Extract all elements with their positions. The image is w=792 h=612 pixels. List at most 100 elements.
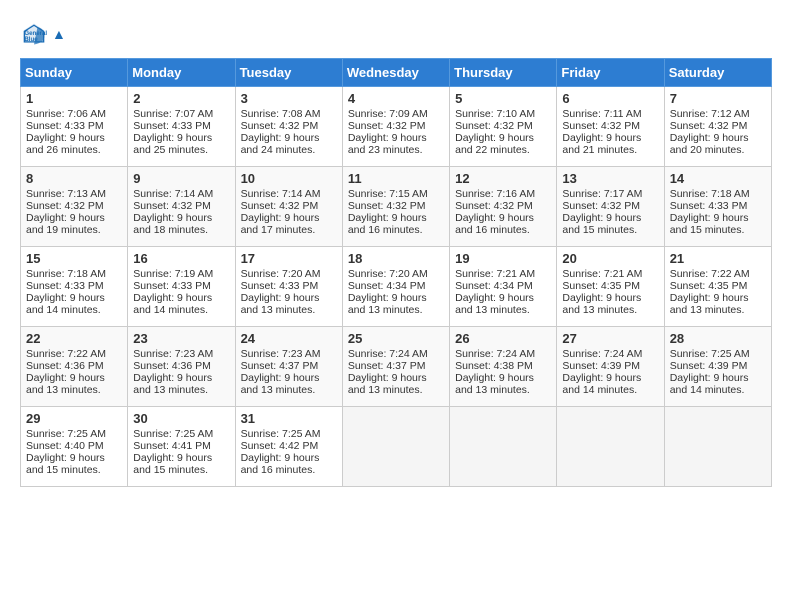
day-number: 7 <box>670 91 766 106</box>
day-number: 2 <box>133 91 229 106</box>
calendar-cell <box>557 407 664 487</box>
day-number: 9 <box>133 171 229 186</box>
sunset-label: Sunset: 4:36 PM <box>26 360 104 372</box>
weekday-header-monday: Monday <box>128 59 235 87</box>
weekday-header-wednesday: Wednesday <box>342 59 449 87</box>
sunrise-label: Sunrise: 7:19 AM <box>133 268 213 280</box>
daylight-label: Daylight: 9 hours and 25 minutes. <box>133 132 212 156</box>
sunset-label: Sunset: 4:39 PM <box>670 360 748 372</box>
daylight-label: Daylight: 9 hours and 13 minutes. <box>562 292 641 316</box>
sunset-label: Sunset: 4:37 PM <box>348 360 426 372</box>
weekday-header-friday: Friday <box>557 59 664 87</box>
sunset-label: Sunset: 4:32 PM <box>348 120 426 132</box>
calendar-cell: 16 Sunrise: 7:19 AM Sunset: 4:33 PM Dayl… <box>128 247 235 327</box>
sunrise-label: Sunrise: 7:10 AM <box>455 108 535 120</box>
weekday-header-tuesday: Tuesday <box>235 59 342 87</box>
day-number: 11 <box>348 171 444 186</box>
daylight-label: Daylight: 9 hours and 13 minutes. <box>455 292 534 316</box>
calendar-cell <box>342 407 449 487</box>
day-number: 14 <box>670 171 766 186</box>
day-number: 19 <box>455 251 551 266</box>
sunrise-label: Sunrise: 7:23 AM <box>133 348 213 360</box>
daylight-label: Daylight: 9 hours and 23 minutes. <box>348 132 427 156</box>
sunrise-label: Sunrise: 7:09 AM <box>348 108 428 120</box>
daylight-label: Daylight: 9 hours and 16 minutes. <box>455 212 534 236</box>
calendar-cell <box>450 407 557 487</box>
sunset-label: Sunset: 4:36 PM <box>133 360 211 372</box>
weekday-header-sunday: Sunday <box>21 59 128 87</box>
daylight-label: Daylight: 9 hours and 17 minutes. <box>241 212 320 236</box>
daylight-label: Daylight: 9 hours and 13 minutes. <box>348 372 427 396</box>
daylight-label: Daylight: 9 hours and 15 minutes. <box>133 452 212 476</box>
day-number: 30 <box>133 411 229 426</box>
sunset-label: Sunset: 4:33 PM <box>26 280 104 292</box>
sunset-label: Sunset: 4:39 PM <box>562 360 640 372</box>
day-number: 20 <box>562 251 658 266</box>
calendar-cell: 28 Sunrise: 7:25 AM Sunset: 4:39 PM Dayl… <box>664 327 771 407</box>
daylight-label: Daylight: 9 hours and 20 minutes. <box>670 132 749 156</box>
day-number: 28 <box>670 331 766 346</box>
sunrise-label: Sunrise: 7:25 AM <box>26 428 106 440</box>
sunrise-label: Sunrise: 7:24 AM <box>455 348 535 360</box>
sunset-label: Sunset: 4:32 PM <box>455 120 533 132</box>
day-number: 23 <box>133 331 229 346</box>
sunrise-label: Sunrise: 7:14 AM <box>133 188 213 200</box>
sunset-label: Sunset: 4:32 PM <box>241 120 319 132</box>
day-number: 26 <box>455 331 551 346</box>
day-number: 12 <box>455 171 551 186</box>
calendar-cell: 2 Sunrise: 7:07 AM Sunset: 4:33 PM Dayli… <box>128 87 235 167</box>
sunset-label: Sunset: 4:32 PM <box>670 120 748 132</box>
week-row-1: 1 Sunrise: 7:06 AM Sunset: 4:33 PM Dayli… <box>21 87 772 167</box>
sunrise-label: Sunrise: 7:20 AM <box>241 268 321 280</box>
day-number: 21 <box>670 251 766 266</box>
day-number: 16 <box>133 251 229 266</box>
sunset-label: Sunset: 4:33 PM <box>670 200 748 212</box>
sunrise-label: Sunrise: 7:21 AM <box>455 268 535 280</box>
calendar-cell: 21 Sunrise: 7:22 AM Sunset: 4:35 PM Dayl… <box>664 247 771 327</box>
calendar-cell: 14 Sunrise: 7:18 AM Sunset: 4:33 PM Dayl… <box>664 167 771 247</box>
calendar-cell: 12 Sunrise: 7:16 AM Sunset: 4:32 PM Dayl… <box>450 167 557 247</box>
logo-text: ▲ <box>52 26 66 42</box>
sunset-label: Sunset: 4:41 PM <box>133 440 211 452</box>
sunrise-label: Sunrise: 7:25 AM <box>241 428 321 440</box>
day-number: 31 <box>241 411 337 426</box>
sunset-label: Sunset: 4:34 PM <box>455 280 533 292</box>
calendar-cell: 24 Sunrise: 7:23 AM Sunset: 4:37 PM Dayl… <box>235 327 342 407</box>
calendar-cell: 4 Sunrise: 7:09 AM Sunset: 4:32 PM Dayli… <box>342 87 449 167</box>
sunrise-label: Sunrise: 7:21 AM <box>562 268 642 280</box>
sunset-label: Sunset: 4:32 PM <box>455 200 533 212</box>
day-number: 18 <box>348 251 444 266</box>
sunrise-label: Sunrise: 7:25 AM <box>133 428 213 440</box>
sunset-label: Sunset: 4:34 PM <box>348 280 426 292</box>
week-row-3: 15 Sunrise: 7:18 AM Sunset: 4:33 PM Dayl… <box>21 247 772 327</box>
sunrise-label: Sunrise: 7:25 AM <box>670 348 750 360</box>
sunset-label: Sunset: 4:32 PM <box>241 200 319 212</box>
daylight-label: Daylight: 9 hours and 13 minutes. <box>348 292 427 316</box>
calendar-cell: 13 Sunrise: 7:17 AM Sunset: 4:32 PM Dayl… <box>557 167 664 247</box>
week-row-2: 8 Sunrise: 7:13 AM Sunset: 4:32 PM Dayli… <box>21 167 772 247</box>
day-number: 4 <box>348 91 444 106</box>
sunrise-label: Sunrise: 7:23 AM <box>241 348 321 360</box>
calendar-cell: 6 Sunrise: 7:11 AM Sunset: 4:32 PM Dayli… <box>557 87 664 167</box>
day-number: 1 <box>26 91 122 106</box>
sunset-label: Sunset: 4:33 PM <box>26 120 104 132</box>
sunrise-label: Sunrise: 7:06 AM <box>26 108 106 120</box>
day-number: 25 <box>348 331 444 346</box>
sunrise-label: Sunrise: 7:13 AM <box>26 188 106 200</box>
sunrise-label: Sunrise: 7:15 AM <box>348 188 428 200</box>
sunset-label: Sunset: 4:38 PM <box>455 360 533 372</box>
daylight-label: Daylight: 9 hours and 18 minutes. <box>133 212 212 236</box>
sunrise-label: Sunrise: 7:22 AM <box>670 268 750 280</box>
sunset-label: Sunset: 4:35 PM <box>670 280 748 292</box>
daylight-label: Daylight: 9 hours and 26 minutes. <box>26 132 105 156</box>
calendar-cell: 22 Sunrise: 7:22 AM Sunset: 4:36 PM Dayl… <box>21 327 128 407</box>
sunset-label: Sunset: 4:33 PM <box>241 280 319 292</box>
calendar-cell <box>664 407 771 487</box>
daylight-label: Daylight: 9 hours and 13 minutes. <box>241 292 320 316</box>
daylight-label: Daylight: 9 hours and 13 minutes. <box>26 372 105 396</box>
day-number: 29 <box>26 411 122 426</box>
daylight-label: Daylight: 9 hours and 14 minutes. <box>670 372 749 396</box>
sunrise-label: Sunrise: 7:07 AM <box>133 108 213 120</box>
daylight-label: Daylight: 9 hours and 16 minutes. <box>241 452 320 476</box>
week-row-5: 29 Sunrise: 7:25 AM Sunset: 4:40 PM Dayl… <box>21 407 772 487</box>
